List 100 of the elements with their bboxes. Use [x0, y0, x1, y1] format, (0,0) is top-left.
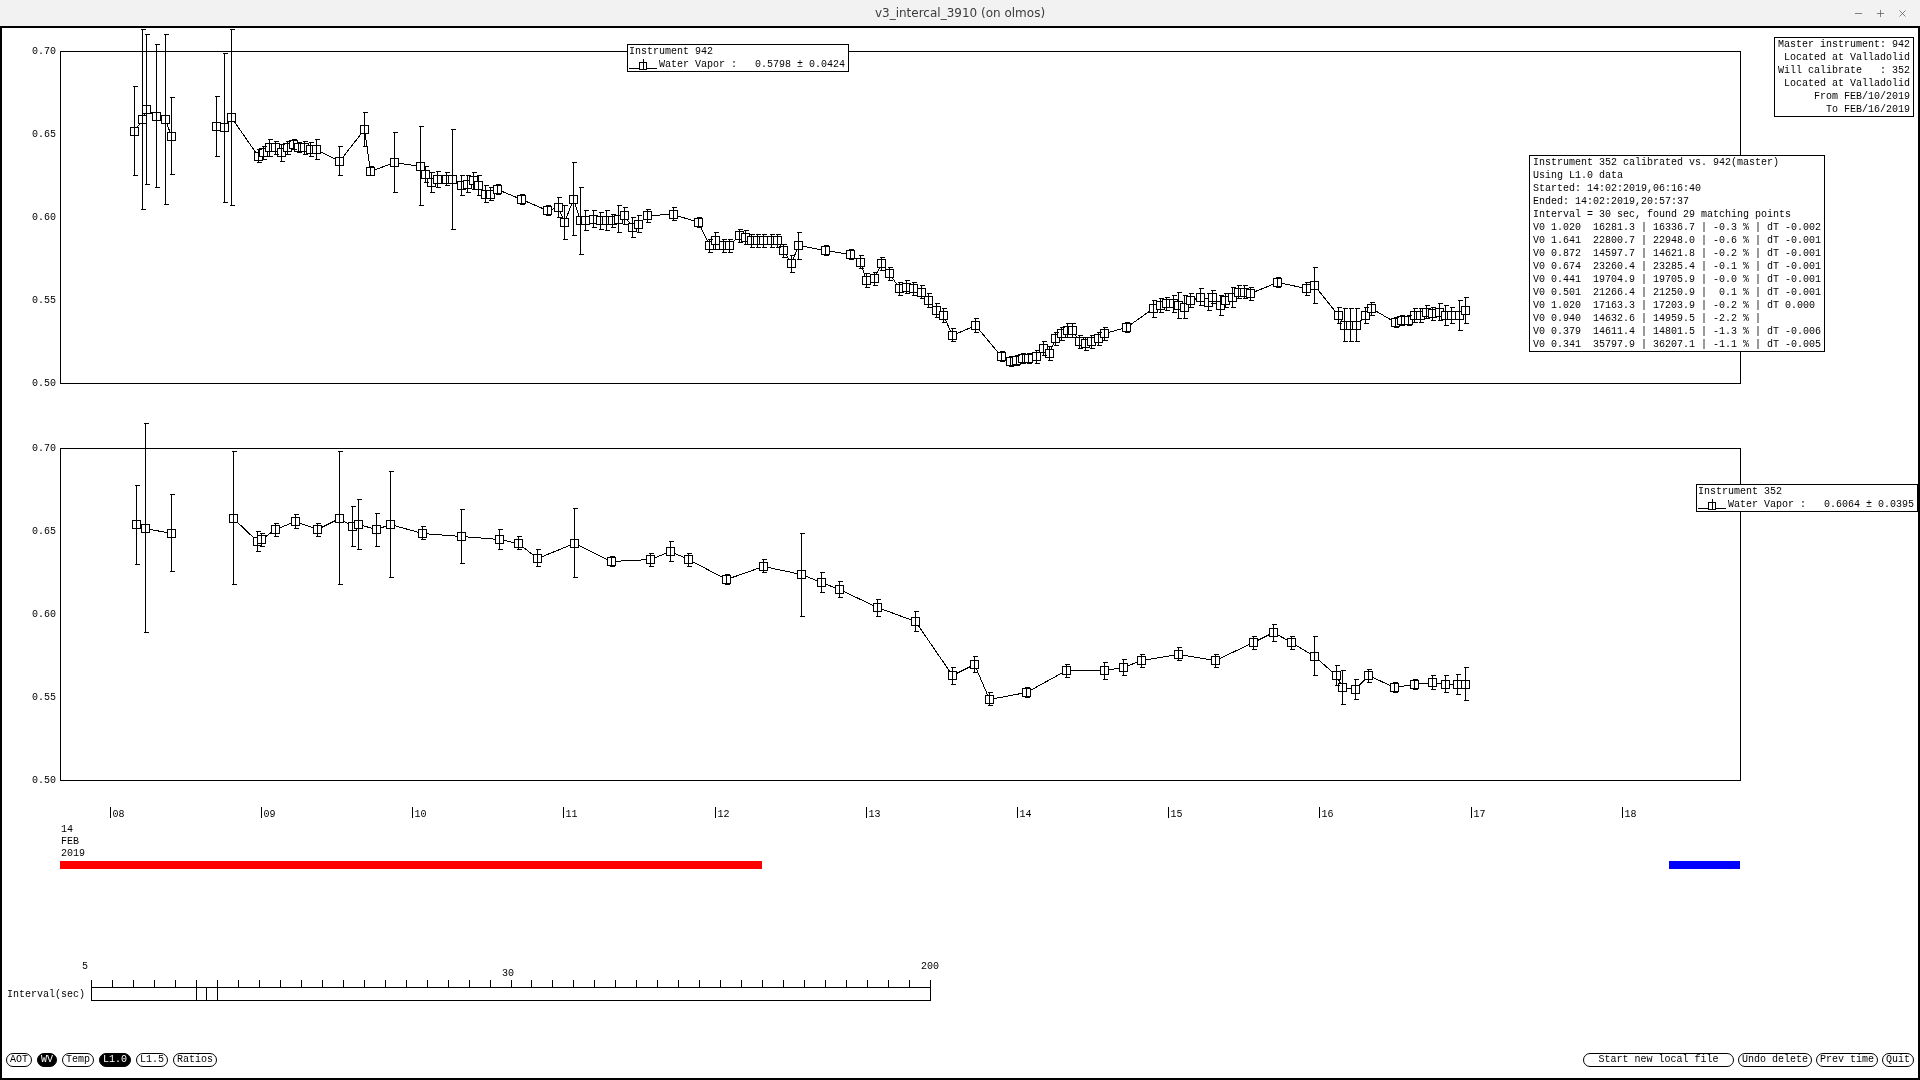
- data-point: [1211, 656, 1220, 665]
- action-button[interactable]: Quit: [1882, 1053, 1914, 1067]
- data-point: [1310, 652, 1319, 661]
- action-button[interactable]: Start new local file: [1582, 1053, 1734, 1067]
- data-point: [1352, 321, 1361, 330]
- info-text-line: Master instrument: 942: [1778, 38, 1911, 51]
- data-point: [354, 520, 363, 529]
- slider-track[interactable]: [91, 987, 931, 1001]
- data-point: [457, 532, 466, 541]
- data-point: [1045, 349, 1054, 358]
- slider-scale-label: 30: [502, 967, 514, 980]
- data-point: [1302, 284, 1311, 293]
- data-point: [1196, 293, 1205, 302]
- calibration-text-line: Instrument 352 calibrated vs. 942(master): [1533, 156, 1781, 169]
- data-point: [1273, 278, 1282, 287]
- mode-toggle-button[interactable]: Temp: [62, 1053, 95, 1067]
- calibration-text-line: Started: 14:02:2019,06:16:40: [1533, 182, 1703, 195]
- data-point: [1351, 685, 1360, 694]
- slider-scale-label: 200: [921, 960, 939, 973]
- mode-toggle-button[interactable]: Ratios: [173, 1053, 218, 1067]
- data-point: [1137, 656, 1146, 665]
- data-point: [366, 167, 375, 176]
- legend-value: 0.5798 ± 0.0424: [755, 58, 846, 71]
- data-point: [495, 535, 504, 544]
- data-point: [1174, 650, 1183, 659]
- x-axis-label: 18: [1624, 809, 1637, 820]
- data-point: [1334, 311, 1343, 320]
- data-point: [1100, 666, 1109, 675]
- data-point: [390, 158, 399, 167]
- data-point: [885, 269, 894, 278]
- data-point: [1364, 671, 1373, 680]
- data-point: [1332, 671, 1341, 680]
- data-point: [372, 525, 381, 534]
- data-point: [725, 241, 734, 250]
- data-point: [948, 671, 957, 680]
- data-point: [821, 246, 830, 255]
- close-button[interactable]: [1897, 7, 1908, 19]
- slider-thumb[interactable]: [195, 987, 218, 1001]
- slider-label: Interval(sec): [7, 988, 86, 1001]
- data-point: [909, 284, 918, 293]
- data-point: [167, 529, 176, 538]
- data-point: [1441, 680, 1450, 689]
- data-point: [1367, 304, 1376, 313]
- data-point: [1100, 329, 1109, 338]
- action-button[interactable]: Undo delete: [1737, 1053, 1812, 1067]
- data-point: [291, 517, 300, 526]
- legend-label: Water Vapor :: [659, 58, 737, 71]
- data-point: [433, 175, 442, 184]
- data-point: [924, 296, 933, 305]
- calibration-text-line: Ended: 14:02:2019,20:57:37: [1533, 195, 1691, 208]
- data-point: [870, 274, 879, 283]
- data-point: [607, 557, 616, 566]
- mode-toggle-button[interactable]: L1.0: [99, 1053, 132, 1067]
- data-point: [797, 570, 806, 579]
- x-axis-label: 13: [868, 809, 881, 820]
- mode-toggle-button[interactable]: WV: [37, 1053, 58, 1067]
- maximize-button[interactable]: [1875, 7, 1886, 19]
- legend-value: 0.6064 ± 0.0395: [1824, 498, 1915, 511]
- data-point: [773, 236, 782, 245]
- data-point: [474, 181, 483, 190]
- data-point: [141, 524, 150, 533]
- data-point: [1461, 306, 1470, 315]
- action-button[interactable]: Prev time: [1815, 1053, 1878, 1067]
- data-point: [1428, 678, 1437, 687]
- data-point: [1410, 680, 1419, 689]
- data-point: [634, 220, 643, 229]
- data-point: [271, 525, 280, 534]
- calibration-text-line: V0 0.379 14611.4 | 14801.5 | -1.3 % | dT -0.006: [1533, 325, 1822, 338]
- data-point: [684, 555, 693, 564]
- data-point: [313, 525, 322, 534]
- data-point: [794, 241, 803, 250]
- calibration-text-line: V0 0.341 35797.9 | 36207.1 | -1.1 % | dT -0.005: [1533, 338, 1822, 351]
- data-point: [1338, 683, 1347, 692]
- data-point: [666, 547, 675, 556]
- calibration-text-line: V0 1.641 22800.7 | 22948.0 | -0.6 % | dT -0.001: [1533, 234, 1822, 247]
- slider-scale-label: 5: [82, 960, 88, 973]
- data-point: [877, 259, 886, 268]
- info-text-line: Will calibrate : 352: [1778, 64, 1911, 77]
- data-point: [257, 535, 266, 544]
- data-point: [971, 321, 980, 330]
- mode-toggle-button[interactable]: L1.5: [136, 1053, 169, 1067]
- close-icon: [1897, 7, 1908, 19]
- data-point: [722, 575, 731, 584]
- mode-toggle-button[interactable]: AOT: [6, 1053, 32, 1067]
- data-point: [846, 250, 855, 259]
- data-point: [1208, 293, 1217, 302]
- plus-icon: [1875, 7, 1886, 19]
- data-point: [493, 185, 502, 194]
- data-point: [1119, 663, 1128, 672]
- data-point: [416, 162, 425, 171]
- data-point: [1287, 638, 1296, 647]
- data-point: [1032, 352, 1041, 361]
- data-point: [554, 203, 563, 212]
- x-axis-label: 15: [1170, 809, 1183, 820]
- x-axis-label: 16: [1321, 809, 1334, 820]
- data-point: [1310, 281, 1319, 290]
- calibration-text-line: V0 1.020 16281.3 | 16336.7 | -0.3 % | dT -0.002: [1533, 221, 1822, 234]
- x-axis-label: 09: [263, 809, 276, 820]
- x-axis-label: 12: [717, 809, 730, 820]
- data-point: [130, 127, 139, 136]
